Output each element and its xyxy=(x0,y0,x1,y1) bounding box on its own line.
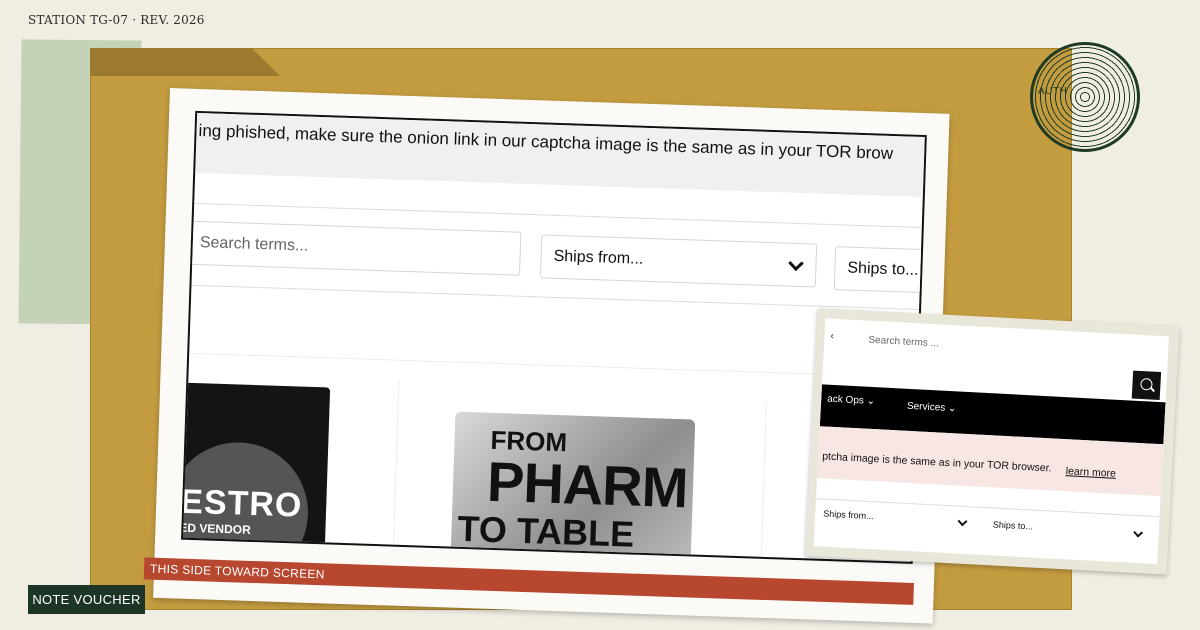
ships-to-label: Ships to... xyxy=(847,259,919,279)
product-image-line: TO TABLE xyxy=(456,507,635,555)
banner-text: ing phished, make sure the onion link in… xyxy=(198,120,894,164)
ships-to-select[interactable]: Ships to... xyxy=(833,246,927,294)
chevron-down-icon xyxy=(788,255,804,272)
nav-item[interactable]: Services ⌄ xyxy=(907,401,957,415)
column-separator xyxy=(760,401,767,564)
phishing-banner: ing phished, make sure the onion link in… xyxy=(195,112,925,198)
vendor-title: ESTRO xyxy=(181,482,303,525)
ships-from-select[interactable]: Ships from... xyxy=(823,509,874,522)
search-icon xyxy=(1140,377,1153,391)
ships-from-select[interactable]: Ships from... xyxy=(539,234,818,288)
board-tab xyxy=(90,48,280,76)
search-input[interactable]: Search terms ... xyxy=(868,335,939,350)
ships-to-select[interactable]: Ships to... xyxy=(993,519,1033,531)
chevron-down-icon xyxy=(1133,527,1144,538)
small-screenshot: ‹ Search terms ... ack Ops ⌄ Services ⌄ … xyxy=(813,318,1169,565)
chevron-down-icon xyxy=(957,516,968,527)
divider xyxy=(191,284,920,310)
divider xyxy=(189,352,917,378)
stamp-text: AUTH xyxy=(1038,86,1068,97)
orientation-band: THIS SIDE TOWARD SCREEN xyxy=(143,557,914,605)
station-label: STATION TG-07 · REV. 2026 xyxy=(28,13,205,27)
small-screenshot-print: ‹ Search terms ... ack Ops ⌄ Services ⌄ … xyxy=(805,308,1180,575)
note-voucher-label: NOTE VOUCHER xyxy=(28,585,145,614)
alert-text: ptcha image is the same as in your TOR b… xyxy=(821,450,1052,475)
nav-item[interactable]: ack Ops ⌄ xyxy=(827,394,875,407)
chevron-left-icon: ‹ xyxy=(830,330,835,342)
search-button[interactable] xyxy=(1131,370,1162,401)
vendor-subtitle: ED VENDOR xyxy=(181,520,251,537)
learn-more-link[interactable]: learn more xyxy=(1065,465,1116,480)
seal-stamp xyxy=(1030,42,1140,152)
ships-from-label: Ships from... xyxy=(553,247,644,268)
vendor-card-image[interactable]: ESTRO ED VENDOR xyxy=(181,382,331,558)
search-placeholder: Search terms... xyxy=(199,234,309,255)
search-input[interactable]: Search terms... xyxy=(182,220,522,276)
column-separator xyxy=(392,379,400,560)
orientation-text: THIS SIDE TOWARD SCREEN xyxy=(149,561,325,582)
product-image[interactable]: FROM PHARM TO TABLE xyxy=(450,411,696,564)
